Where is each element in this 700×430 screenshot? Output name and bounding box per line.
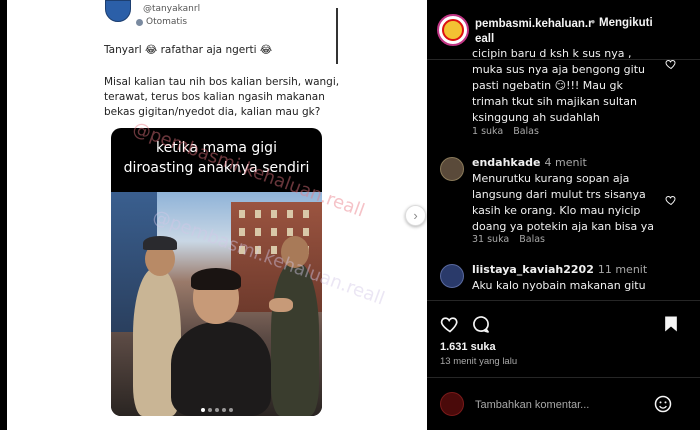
comment-meta: 31 suka Balas (472, 234, 545, 245)
auto-text: Otomatis (146, 17, 188, 27)
person-man-right (271, 262, 319, 416)
emoji-icon[interactable] (653, 394, 673, 414)
carousel-dot (207, 408, 212, 412)
embed-photo (111, 192, 322, 416)
twitter-auto-label: Otomatis (136, 17, 187, 27)
account-username[interactable]: pembasmi.kehaluan.reall (475, 17, 597, 47)
comment-likes[interactable]: 31 suka (472, 234, 509, 245)
twitter-avatar (105, 0, 131, 22)
hand (269, 298, 293, 312)
comment-body: liistaya_kaviah2202 11 menit Aku kalo nyo… (472, 262, 667, 296)
embedded-video[interactable]: ketika mama gigi diroasting anaknya send… (111, 128, 322, 416)
reply-button[interactable]: Balas (513, 126, 539, 137)
comment-likes[interactable]: 1 suka (472, 126, 503, 137)
comments-panel: pembasmi.kehaluan.reall Mengikuti cicipi… (427, 0, 700, 430)
twitter-handle: @tanyakanrl (143, 4, 201, 14)
heart-icon[interactable] (665, 194, 677, 206)
post-time: 13 menit yang lalu (440, 356, 518, 367)
comment-bubble-icon[interactable] (471, 314, 491, 334)
scrollbar-divider (336, 8, 338, 64)
carousel-dot (214, 408, 219, 412)
comment-text: Aku kalo nyobain makanan gitu kan pas ad… (472, 279, 646, 296)
person-boy-body (171, 322, 271, 416)
add-comment-row (427, 377, 700, 430)
post-media[interactable]: @tanyakanrl Otomatis Tanyarl 😂 rafathar … (7, 0, 427, 430)
comment-username[interactable]: liistaya_kaviah2202 (472, 263, 594, 276)
comment-time: 4 menit (544, 156, 587, 169)
robot-icon (136, 18, 143, 26)
post-actions: 1.631 suka 13 menit yang lalu (427, 300, 700, 430)
embed-caption: ketika mama gigi diroasting anaknya send… (123, 140, 310, 176)
comment-text: Menurutku kurang sopan aja langsung dari… (472, 172, 655, 233)
user-avatar (440, 392, 464, 416)
carousel-dot (221, 408, 226, 412)
heart-icon[interactable] (665, 58, 677, 70)
comment-meta: 1 suka Balas (472, 126, 539, 137)
comment-time: 11 menit (597, 263, 648, 276)
avatar[interactable] (440, 264, 464, 288)
account-avatar[interactable] (437, 14, 469, 46)
likes-count[interactable]: 1.631 suka (440, 341, 496, 353)
account-logo (442, 19, 464, 41)
carousel-dot (200, 408, 205, 412)
chevron-right-icon: › (413, 208, 418, 223)
reply-button[interactable]: Balas (519, 234, 545, 245)
comment-list[interactable]: cicipin baru d ksh k sus nya , muka sus … (427, 48, 700, 296)
carousel-dots (111, 408, 322, 412)
tweet-line-2: Misal kalian tau nih bos kalian bersih, … (104, 76, 340, 118)
instagram-post-window: @tanyakanrl Otomatis Tanyarl 😂 rafathar … (0, 0, 700, 430)
avatar[interactable] (440, 157, 464, 181)
comment-input[interactable] (475, 396, 645, 414)
cap (143, 236, 177, 250)
person-man-right-head (281, 236, 309, 268)
like-heart-icon[interactable] (440, 314, 460, 334)
carousel-dot (228, 408, 233, 412)
comment-username[interactable]: endahkade (472, 156, 541, 169)
following-button[interactable]: Mengikuti (591, 17, 653, 29)
comment-body: endahkade 4 menit Menurutku kurang sopan … (472, 155, 667, 235)
comment-text: cicipin baru d ksh k sus nya , muka sus … (472, 48, 645, 124)
next-slide-button[interactable]: › (405, 205, 426, 226)
bookmark-icon[interactable] (661, 314, 681, 334)
person-boy-hair (191, 268, 241, 290)
tweet-line-1: Tanyarl 😂 rafathar aja ngerti 😂 (104, 44, 273, 56)
